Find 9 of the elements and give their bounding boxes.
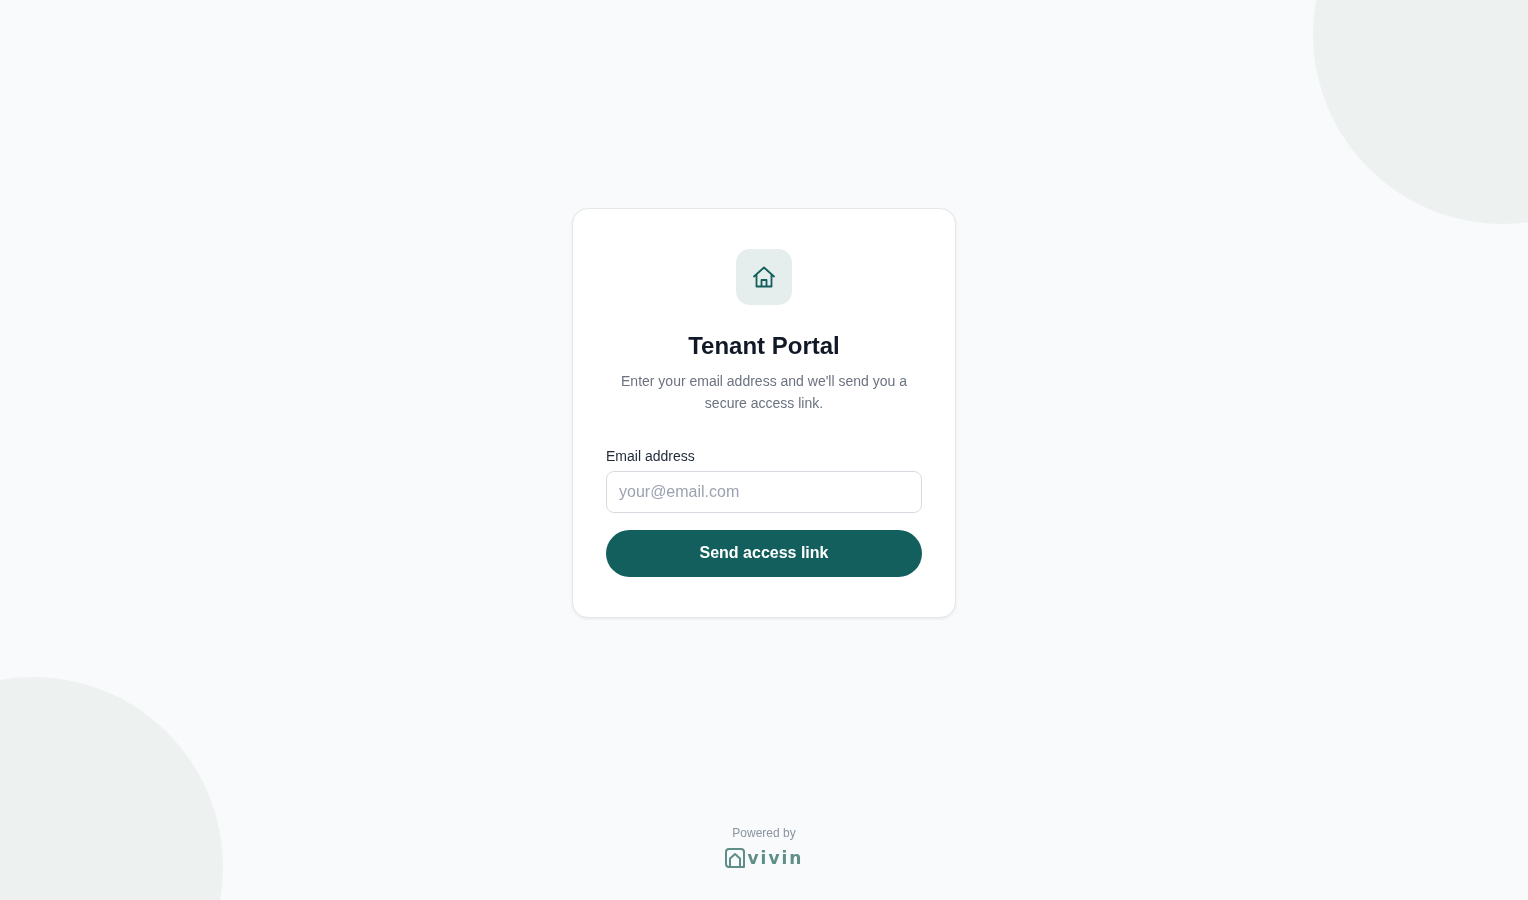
send-link-button[interactable]: Send access link [606, 529, 922, 577]
card-title: Tenant Portal [687, 330, 841, 361]
email-input[interactable]: your@email.com [606, 470, 922, 513]
field-label: Email address [606, 446, 695, 466]
house-icon [736, 248, 792, 305]
brand-name: vivin [747, 848, 804, 868]
card-subtitle: Enter your email address and we'll send you a secure access link. [620, 371, 908, 413]
powered-by-text: Powered by [732, 825, 796, 841]
house-logo-icon [724, 848, 745, 868]
